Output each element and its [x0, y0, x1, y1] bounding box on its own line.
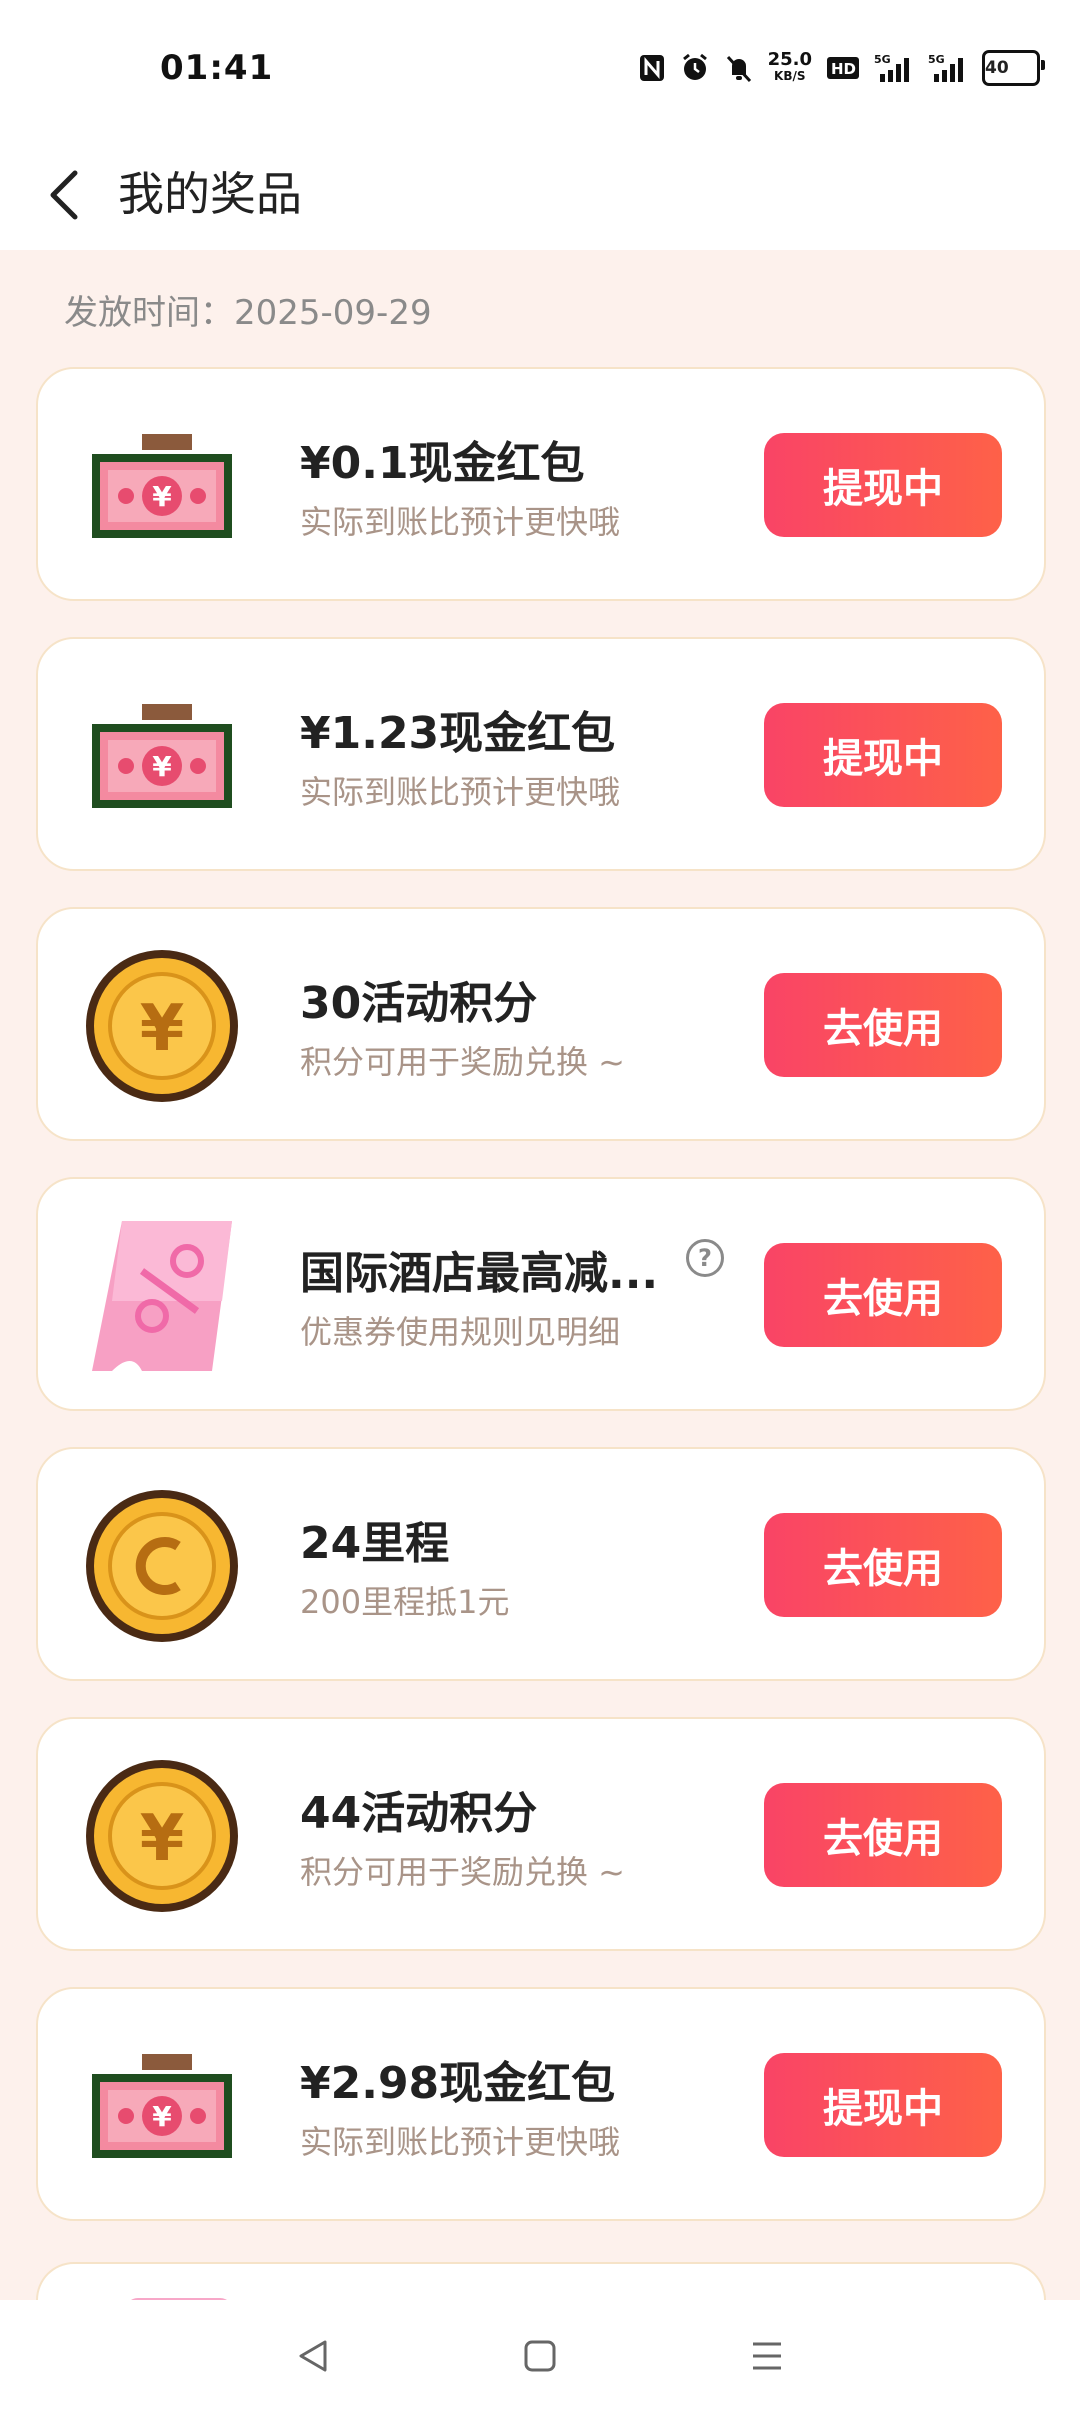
prize-card: 24里程 200里程抵1元 去使用 [36, 1447, 1046, 1681]
nfc-icon [638, 50, 666, 86]
prize-card: ¥ 30活动积分 积分可用于奖励兑换 ~ 去使用 [36, 907, 1046, 1141]
mute-icon [724, 50, 754, 86]
prize-title: 24里程 [300, 1518, 450, 1569]
coupon-ticket-icon [82, 1221, 242, 1371]
use-button[interactable]: 去使用 [764, 973, 1002, 1077]
svg-text:¥: ¥ [152, 480, 172, 513]
hd-icon: HD [826, 50, 860, 86]
prize-desc: 实际到账比预计更快哦 [300, 2123, 621, 2161]
yen-coin-icon: ¥ [82, 1760, 242, 1912]
menu-lines-icon [752, 2342, 781, 2370]
withdrawing-button[interactable]: 提现中 [764, 703, 1002, 807]
page-title: 我的奖品 [118, 167, 302, 221]
prize-list: ¥ ¥0.1现金红包 实际到账比预计更快哦 提现中 ¥ ¥1.23现金红包 实际… [36, 367, 1046, 2257]
net-speed: 25.0 KB/S [768, 50, 812, 86]
prize-card: ¥ 44活动积分 积分可用于奖励兑换 ~ 去使用 [36, 1717, 1046, 1951]
prize-title: ¥1.23现金红包 [300, 708, 616, 759]
signal-5g-icon: 5G [874, 50, 914, 86]
cash-bill-icon: ¥ [82, 691, 242, 821]
svg-text:5G: 5G [874, 53, 891, 66]
svg-text:¥: ¥ [140, 992, 185, 1066]
nav-home-button[interactable] [510, 2326, 570, 2386]
prize-card: 国际酒店最高减... ? 优惠券使用规则见明细 去使用 [36, 1177, 1046, 1411]
prize-desc: 实际到账比预计更快哦 [300, 773, 621, 811]
prize-card: ¥ ¥1.23现金红包 实际到账比预计更快哦 提现中 [36, 637, 1046, 871]
svg-text:¥: ¥ [140, 1802, 185, 1876]
battery-icon: 40 [982, 50, 1045, 86]
svg-text:¥: ¥ [152, 750, 172, 783]
prize-desc: 实际到账比预计更快哦 [300, 503, 621, 541]
nav-menu-button[interactable] [737, 2326, 797, 2386]
svg-text:¥: ¥ [152, 2100, 172, 2133]
prize-title: 30活动积分 [300, 978, 538, 1029]
cash-bill-icon: ¥ [82, 2041, 242, 2171]
prize-desc: 积分可用于奖励兑换 ~ [300, 1043, 625, 1081]
chevron-left-icon [50, 170, 78, 220]
prize-desc: 优惠券使用规则见明细 [300, 1313, 621, 1351]
page-header: 我的奖品 [0, 140, 1080, 250]
status-bar: 01:41 25.0 KB/S HD 5G 5G 40 [0, 0, 1080, 140]
prize-title: 国际酒店最高减... [300, 1248, 659, 1299]
net-speed-unit: KB/S [774, 69, 806, 83]
net-speed-value: 25.0 [767, 49, 812, 70]
mileage-coin-icon [82, 1490, 242, 1642]
prize-card: ¥ ¥2.98现金红包 实际到账比预计更快哦 提现中 [36, 1987, 1046, 2221]
alarm-icon [680, 50, 710, 86]
help-icon[interactable]: ? [686, 1239, 724, 1277]
nav-back-button[interactable] [283, 2326, 343, 2386]
withdrawing-button[interactable]: 提现中 [764, 433, 1002, 537]
system-nav-bar [0, 2300, 1080, 2412]
status-time: 01:41 [160, 48, 274, 88]
back-triangle-icon [299, 2340, 327, 2372]
status-icons: 25.0 KB/S HD 5G 5G 40 [638, 50, 1045, 86]
use-button[interactable]: 去使用 [764, 1243, 1002, 1347]
back-button[interactable] [30, 160, 100, 230]
svg-text:HD: HD [831, 60, 856, 78]
withdrawing-button[interactable]: 提现中 [764, 2053, 1002, 2157]
prize-card: ¥ ¥0.1现金红包 实际到账比预计更快哦 提现中 [36, 367, 1046, 601]
svg-text:5G: 5G [928, 53, 945, 66]
prize-title: 44活动积分 [300, 1788, 538, 1839]
issue-date: 发放时间：2025-09-29 [64, 293, 432, 333]
home-square-icon [524, 2340, 556, 2372]
prize-title: ¥2.98现金红包 [300, 2058, 616, 2109]
use-button[interactable]: 去使用 [764, 1783, 1002, 1887]
prize-desc: 200里程抵1元 [300, 1583, 510, 1621]
yen-coin-icon: ¥ [82, 950, 242, 1102]
prize-title: ¥0.1现金红包 [300, 438, 585, 489]
use-button[interactable]: 去使用 [764, 1513, 1002, 1617]
cash-bill-icon: ¥ [82, 421, 242, 551]
signal-5g-icon: 5G [928, 50, 968, 86]
prize-desc: 积分可用于奖励兑换 ~ [300, 1853, 625, 1891]
